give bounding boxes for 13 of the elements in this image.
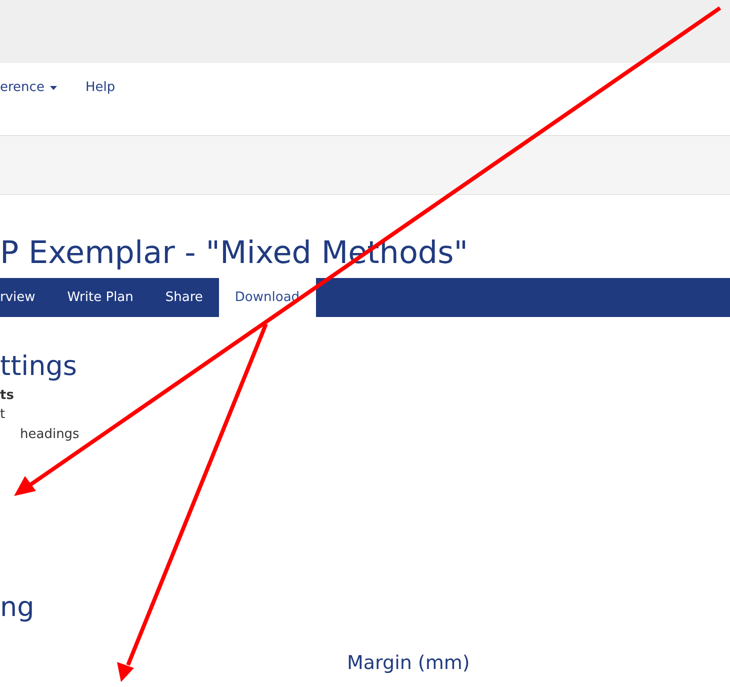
tab[interactable]: Write Plan xyxy=(51,278,150,317)
dropdown-menu[interactable]: erence xyxy=(0,78,58,98)
option-label: t xyxy=(0,406,6,424)
nav-link[interactable]: Help xyxy=(85,78,116,98)
field-label: Margin (mm) xyxy=(347,651,471,675)
tab[interactable]: Download xyxy=(218,278,316,317)
tab[interactable]: Share xyxy=(149,278,219,317)
section-heading: ng xyxy=(0,591,36,625)
section-heading: ttings xyxy=(0,350,78,384)
caret-icon xyxy=(50,86,58,90)
option-label: headings xyxy=(19,426,80,444)
tab[interactable]: rview xyxy=(0,278,52,317)
subheading: ts xyxy=(0,387,15,405)
